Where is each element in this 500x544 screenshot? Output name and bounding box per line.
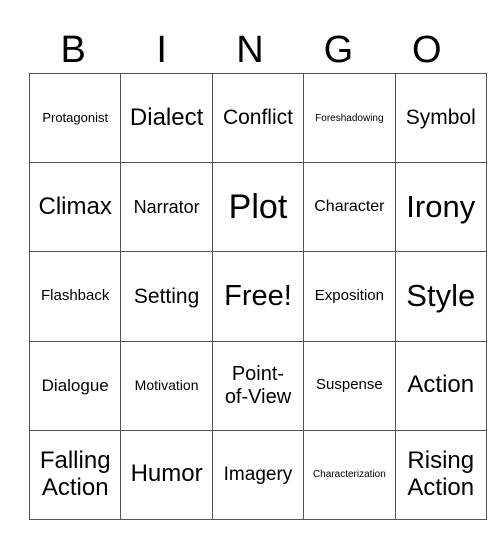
bingo-cell[interactable]: Narrator bbox=[120, 162, 213, 253]
grid-row: Protagonist Dialect Conflict Foreshadowing S… bbox=[28, 72, 487, 164]
header-letter: N bbox=[236, 29, 264, 71]
bingo-cell[interactable]: Point-of-View bbox=[211, 340, 305, 431]
bingo-cell[interactable]: Motivation bbox=[120, 340, 213, 431]
bingo-cell[interactable]: Characterization bbox=[303, 429, 396, 520]
grid-row: Falling Action Humor Imagery Characterizati… bbox=[28, 429, 487, 520]
bingo-cell[interactable]: Setting bbox=[120, 251, 213, 342]
bingo-cell[interactable]: Foreshadowing bbox=[303, 72, 396, 164]
header-letter: B bbox=[60, 29, 86, 71]
bingo-cell[interactable]: Falling Action bbox=[28, 429, 122, 520]
header-letter: G bbox=[323, 29, 354, 71]
bingo-cell[interactable]: Protagonist bbox=[28, 72, 122, 164]
bingo-cell[interactable]: Climax bbox=[28, 162, 122, 253]
bingo-cell[interactable]: Dialect bbox=[120, 72, 213, 164]
bingo-cell[interactable]: Exposition bbox=[303, 251, 396, 342]
bingo-cell[interactable]: Imagery bbox=[211, 429, 305, 520]
bingo-grid: Protagonist Dialect Conflict Foreshadowing S… bbox=[28, 72, 487, 520]
bingo-cell[interactable]: Dialogue bbox=[28, 340, 122, 431]
bingo-cell[interactable]: Style bbox=[394, 251, 487, 342]
header-letter: I bbox=[156, 29, 167, 71]
bingo-cell[interactable]: Rising Action bbox=[394, 429, 487, 520]
bingo-cell[interactable]: Plot bbox=[211, 162, 305, 253]
bingo-cell[interactable]: Character bbox=[303, 162, 396, 253]
bingo-cell[interactable]: Humor bbox=[120, 429, 213, 520]
bingo-cell[interactable]: Symbol bbox=[394, 72, 487, 164]
bingo-header: B I N G O bbox=[29, 28, 471, 72]
bingo-cell[interactable]: Conflict bbox=[211, 72, 305, 164]
header-letter: O bbox=[412, 29, 442, 71]
grid-row: Flashback Setting Free! Exposition Style bbox=[28, 251, 487, 342]
bingo-cell[interactable]: Flashback bbox=[28, 251, 122, 342]
bingo-cell[interactable]: Free! bbox=[211, 251, 305, 342]
grid-row: Dialogue Motivation Point-of-View Suspense A… bbox=[28, 340, 487, 431]
bingo-cell[interactable]: Action bbox=[394, 340, 487, 431]
bingo-cell[interactable]: Irony bbox=[394, 162, 487, 253]
bingo-cell[interactable]: Suspense bbox=[303, 340, 396, 431]
grid-row: Climax Narrator Plot Character Irony bbox=[28, 162, 487, 253]
